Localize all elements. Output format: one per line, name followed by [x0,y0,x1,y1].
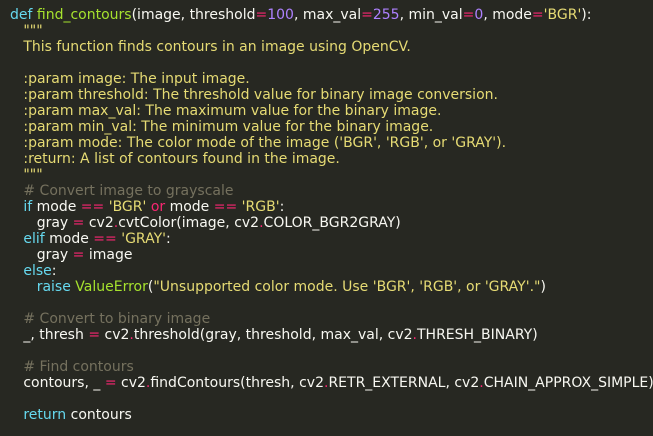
code-editor[interactable]: def find_contours(image, threshold=100, … [0,0,653,436]
code-token: mode [49,231,94,247]
code-token: : [279,199,285,215]
code-token: findContours(thresh, cv2 [150,375,324,391]
code-token: cv2 [84,215,114,231]
code-token: COLOR_BGR2GRAY) [263,215,401,231]
code-token: find_contours [36,7,132,23]
code-token: cv2 [116,375,146,391]
code-token: = [104,375,117,391]
code-line: :param image: The input image. [10,71,653,87]
code-token: mode [36,199,81,215]
code-token: contours [70,407,132,423]
code-line: gray = image [10,247,653,263]
code-token: ): [581,7,592,23]
code-token: 'BGR' [108,199,147,215]
code-token: :param image: The input image. [23,71,250,87]
code-token: : [165,231,171,247]
code-token: :param min_val: The minimum value for th… [23,119,434,135]
code-line: :param threshold: The threshold value fo… [10,87,653,103]
code-token: 255 [372,7,400,23]
code-token: = [255,7,268,23]
code-line: _, thresh = cv2.threshold(gray, threshol… [10,327,653,343]
code-token: raise [36,279,76,295]
code-token: 0 [474,7,484,23]
code-token: : [51,263,57,279]
code-line: """ [10,167,653,183]
code-line: raise ValueError("Unsupported color mode… [10,279,653,295]
code-token: 'RGB' [241,199,280,215]
code-token: contours, _ [23,375,105,391]
code-token: , mode [483,7,532,23]
code-token: THRESH_BINARY) [416,327,538,343]
code-line: :param mode: The color mode of the image… [10,135,653,151]
code-token: return [23,407,71,423]
code-line: This function finds contours in an image… [10,39,653,55]
code-token: , max_val [293,7,362,23]
code-token: ValueError [75,279,148,295]
code-line: contours, _ = cv2.findContours(thresh, c… [10,375,653,391]
code-line: # Convert image to grayscale [10,183,653,199]
code-token: # Convert image to grayscale [23,183,234,199]
code-token: CHAIN_APPROX_SIMPLE) [483,375,653,391]
code-token: _, thresh [23,327,89,343]
code-line: else: [10,263,653,279]
code-token: :param threshold: The threshold value fo… [23,87,498,103]
code-token: :param max_val: The maximum value for th… [23,103,442,119]
code-token: def [10,7,37,23]
code-line: elif mode == 'GRAY': [10,231,653,247]
code-token: else [23,263,52,279]
code-token: :return: A list of contours found in the… [23,151,340,167]
code-token: (image, threshold [131,7,256,23]
code-token: This function finds contours in an image… [23,39,411,55]
code-line: return contours [10,407,653,423]
code-line: # Find contours [10,359,653,375]
code-token: elif [23,231,50,247]
code-line: """ [10,23,653,39]
code-token: gray [36,247,73,263]
code-token: image [84,247,133,263]
code-token: = [531,7,544,23]
code-line: :param min_val: The minimum value for th… [10,119,653,135]
code-token: = [88,327,101,343]
code-token: = [361,7,373,23]
code-token: = [72,215,85,231]
code-token: 'GRAY' [121,231,166,247]
code-token: threshold(gray, threshold, max_val, cv2 [133,327,413,343]
code-token: "Unsupported color mode. Use 'BGR', 'RGB… [153,279,541,295]
code-token: = [462,7,475,23]
code-token: """ [23,167,43,183]
code-line: # Convert to binary image [10,311,653,327]
code-line: if mode == 'BGR' or mode == 'RGB': [10,199,653,215]
code-token: mode [165,199,214,215]
code-token: 100 [267,7,294,23]
code-token: or [150,199,166,215]
code-token: == [213,199,238,215]
code-token: == [93,231,117,247]
code-token: :param mode: The color mode of the image… [23,135,507,151]
code-token: 'BGR' [543,7,582,23]
code-line: gray = cv2.cvtColor(image, cv2.COLOR_BGR… [10,215,653,231]
code-token: cvtColor(image, cv2 [118,215,260,231]
code-token: ) [540,279,546,295]
code-token: cv2 [100,327,130,343]
code-token: """ [23,23,43,39]
code-line: :return: A list of contours found in the… [10,151,653,167]
code-token: , min_val [399,7,463,23]
code-token: == [80,199,105,215]
code-token: if [23,199,37,215]
code-line: def find_contours(image, threshold=100, … [10,7,653,23]
code-line: :param max_val: The maximum value for th… [10,103,653,119]
code-token: gray [36,215,73,231]
code-token: # Find contours [23,359,134,375]
code-token: RETR_EXTERNAL, cv2 [328,375,480,391]
code-token: # Convert to binary image [23,311,211,327]
code-token: = [72,247,85,263]
